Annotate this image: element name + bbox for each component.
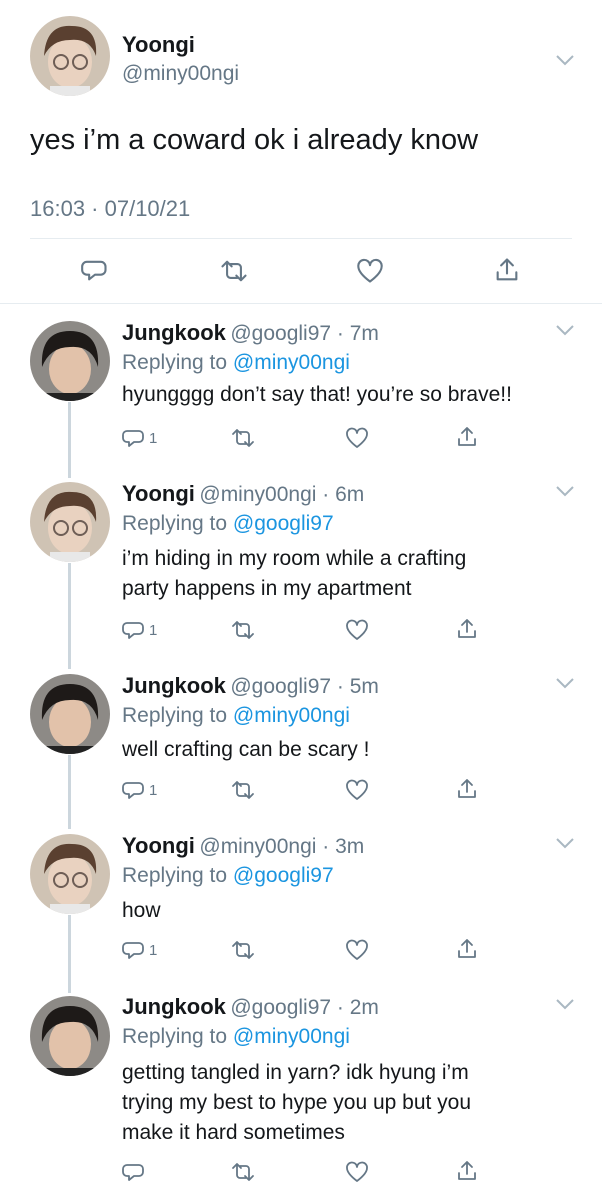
author-meta[interactable]: @googli97 · 2m: [230, 996, 379, 1019]
share-icon[interactable]: [494, 256, 520, 284]
reply-text-line: how: [122, 899, 161, 922]
retweet-icon[interactable]: [230, 427, 256, 449]
replying-to-label: Replying to: [122, 704, 228, 727]
reply-button[interactable]: 1: [122, 778, 157, 802]
avatar[interactable]: [30, 996, 110, 1076]
author-meta[interactable]: @miny00ngi · 6m: [199, 483, 364, 506]
chevron-down-icon[interactable]: [553, 322, 577, 338]
reply-text-line: make it hard sometimes: [122, 1121, 345, 1144]
chevron-down-icon[interactable]: [553, 483, 577, 499]
author-meta[interactable]: @googli97 · 7m: [230, 322, 379, 345]
chevron-down-icon[interactable]: [553, 52, 577, 68]
tweet-timestamp[interactable]: 16:03 · 07/10/21: [30, 196, 190, 222]
avatar[interactable]: [30, 834, 110, 914]
author-name[interactable]: Jungkook: [122, 673, 226, 698]
author-name[interactable]: Yoongi: [122, 833, 195, 858]
thread-line: [68, 755, 71, 829]
retweet-icon[interactable]: [230, 779, 256, 801]
reply-icon: [122, 782, 144, 799]
reply-header: Yoongi @miny00ngi · 3m: [122, 833, 364, 859]
replying-to: Replying to @googli97: [122, 512, 334, 536]
like-icon[interactable]: [345, 619, 369, 641]
share-icon[interactable]: [456, 1159, 478, 1183]
like-icon[interactable]: [345, 779, 369, 801]
tweet-text: yes i’m a coward ok i already know: [30, 124, 479, 156]
chevron-down-icon[interactable]: [553, 996, 577, 1012]
reply-text-line: i’m hiding in my room while a crafting: [122, 547, 467, 570]
replying-to-label: Replying to: [122, 351, 228, 374]
reply-text-line: party happens in my apartment: [122, 577, 412, 600]
replying-to: Replying to @miny00ngi: [122, 351, 350, 375]
reply-icon: [122, 430, 144, 447]
thread-line: [68, 402, 71, 478]
avatar[interactable]: [30, 482, 110, 562]
reply-icon: [122, 1164, 144, 1181]
reply-text-line: well crafting can be scary !: [122, 738, 370, 761]
retweet-icon[interactable]: [219, 258, 249, 284]
reply-text: getting tangled in yarn? idk hyung i’m t…: [122, 1058, 471, 1148]
replying-to: Replying to @miny00ngi: [122, 704, 350, 728]
share-icon[interactable]: [456, 617, 478, 641]
author-name[interactable]: Jungkook: [122, 320, 226, 345]
replying-to-label: Replying to: [122, 864, 228, 887]
reply-text: well crafting can be scary !: [122, 735, 369, 765]
like-icon[interactable]: [356, 258, 384, 284]
reply-text-line: hyungggg don’t say that! you’re so brave…: [122, 383, 512, 406]
author-meta[interactable]: @miny00ngi · 3m: [199, 835, 364, 858]
like-icon[interactable]: [345, 1161, 369, 1183]
reply-header: Yoongi @miny00ngi · 6m: [122, 481, 364, 507]
replying-to-handle[interactable]: @miny00ngi: [233, 704, 350, 727]
retweet-icon[interactable]: [230, 619, 256, 641]
avatar[interactable]: [30, 321, 110, 401]
replying-to: Replying to @googli97: [122, 864, 334, 888]
reply-header: Jungkook @googli97 · 5m: [122, 673, 379, 699]
reply-text-line: getting tangled in yarn? idk hyung i’m: [122, 1061, 469, 1084]
reply-button[interactable]: 1: [122, 938, 157, 962]
author-name[interactable]: Yoongi: [122, 32, 195, 58]
reply-header: Jungkook @googli97 · 7m: [122, 320, 379, 346]
avatar[interactable]: [30, 16, 110, 96]
share-icon[interactable]: [456, 425, 478, 449]
divider: [30, 238, 572, 239]
section-divider: [0, 303, 602, 304]
reply-text: i’m hiding in my room while a crafting p…: [122, 544, 466, 604]
replying-to-label: Replying to: [122, 1025, 228, 1048]
like-icon[interactable]: [345, 427, 369, 449]
replying-to: Replying to @miny00ngi: [122, 1025, 350, 1049]
reply-count: 1: [149, 429, 158, 447]
replying-to-handle[interactable]: @miny00ngi: [233, 351, 350, 374]
reply-text-line: trying my best to hype you up but you: [122, 1091, 472, 1114]
replying-to-label: Replying to: [122, 512, 228, 535]
share-icon[interactable]: [456, 937, 478, 961]
thread-line: [68, 915, 71, 993]
reply-icon[interactable]: [81, 256, 109, 284]
reply-button[interactable]: [122, 1160, 149, 1184]
reply-text: hyungggg don’t say that! you’re so brave…: [122, 380, 512, 410]
reply-count: 1: [149, 621, 158, 639]
retweet-icon[interactable]: [230, 1161, 256, 1183]
author-name[interactable]: Yoongi: [122, 481, 195, 506]
reply-button[interactable]: 1: [122, 618, 157, 642]
replying-to-handle[interactable]: @googli97: [233, 864, 334, 887]
reply-icon: [122, 622, 144, 639]
author-meta[interactable]: @googli97 · 5m: [230, 675, 379, 698]
replying-to-handle[interactable]: @googli97: [233, 512, 334, 535]
like-icon[interactable]: [345, 939, 369, 961]
replying-to-handle[interactable]: @miny00ngi: [233, 1025, 350, 1048]
reply-count: 1: [149, 941, 158, 959]
chevron-down-icon[interactable]: [553, 835, 577, 851]
thread-line: [68, 563, 71, 669]
reply-header: Jungkook @googli97 · 2m: [122, 994, 379, 1020]
author-handle[interactable]: @miny00ngi: [122, 62, 239, 86]
author-name[interactable]: Jungkook: [122, 994, 226, 1019]
chevron-down-icon[interactable]: [553, 675, 577, 691]
avatar[interactable]: [30, 674, 110, 754]
reply-count: 1: [149, 781, 158, 799]
reply-icon: [122, 942, 144, 959]
reply-text: how: [122, 896, 161, 926]
retweet-icon[interactable]: [230, 939, 256, 961]
reply-button[interactable]: 1: [122, 426, 157, 450]
share-icon[interactable]: [456, 777, 478, 801]
